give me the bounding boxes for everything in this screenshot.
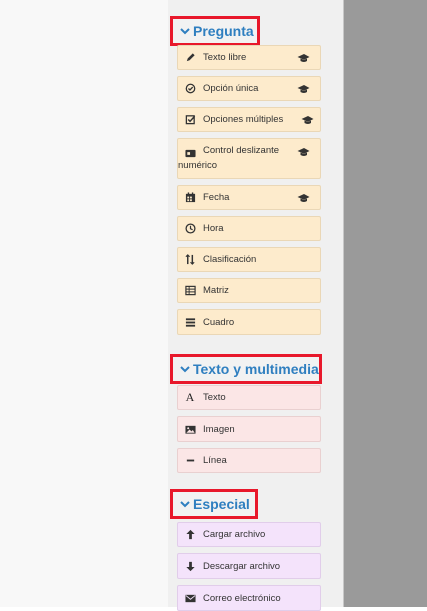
item-label: Fecha [203,192,230,203]
envelope-icon [184,592,196,604]
section-title: Especial [193,496,250,512]
toolbox-item-opcion-unica[interactable]: Opción única [177,76,321,101]
section-title: Texto y multimedia [193,361,319,377]
text-format-icon: A [185,390,195,404]
toolbox-item-fecha[interactable]: Fecha [177,185,321,210]
item-label-line-2: numérico [178,160,218,171]
item-label: Clasificación [203,254,257,265]
section-title: Pregunta [193,23,254,39]
check-square-icon [184,114,196,126]
section-header-pregunta[interactable]: Pregunta [170,16,260,46]
image-icon [184,423,196,435]
toolbox-item-descargar-archivo[interactable]: Descargar archivo [177,553,321,579]
chevron-down-icon [180,28,190,35]
item-label-line-1: Control deslizante [203,145,280,156]
toolbox-item-hora[interactable]: Hora [177,216,321,241]
item-label: Texto libre [203,52,247,63]
item-label: Descargar archivo [203,560,281,572]
toolbox-item-imagen[interactable]: Imagen [177,416,321,442]
download-arrow-icon [184,560,196,572]
calendar-icon [184,192,196,204]
item-label: Opciones múltiples [203,114,284,125]
toolbox-item-cargar-archivo[interactable]: Cargar archivo [177,522,321,547]
toolbox-item-matriz[interactable]: Matriz [177,278,321,303]
item-label: Control deslizante numérico [178,143,297,173]
item-label: Imagen [203,423,235,435]
section-header-texto-multimedia[interactable]: Texto y multimedia [170,354,322,384]
graduation-cap-icon [297,53,310,62]
item-label: Matriz [203,285,229,296]
line-icon [184,455,196,467]
item-label: Cargar archivo [203,529,266,540]
toolbox-item-control-deslizante[interactable]: Control deslizante numérico [177,138,321,179]
toolbox-item-cuadro[interactable]: Cuadro [177,309,321,335]
item-label: Hora [203,223,224,234]
toolbox-item-opciones-multiples[interactable]: Opciones múltiples [177,107,321,132]
item-label: Opción única [203,83,259,94]
toolbox-item-texto-libre[interactable]: Texto libre [177,45,321,70]
graduation-cap-icon [301,115,314,124]
item-label: Texto [203,392,226,403]
pencil-icon [184,52,196,64]
matrix-icon [184,285,196,297]
upload-arrow-icon [184,529,196,541]
toolbox-item-linea[interactable]: Línea [177,448,321,473]
canvas-area [344,0,427,607]
check-circle-icon [184,83,196,95]
item-label: Correo electrónico [203,592,281,604]
chevron-down-icon [180,501,190,508]
graduation-cap-icon [297,84,310,93]
graduation-cap-icon [297,193,310,202]
graduation-cap-icon [297,148,310,156]
item-label: Línea [203,455,227,466]
sort-icon [184,254,196,266]
toolbox-item-clasificacion[interactable]: Clasificación [177,247,321,272]
page-left-background [0,0,168,607]
list-icon [184,316,196,328]
toolbox-item-texto[interactable]: A Texto [177,385,321,410]
item-label: Cuadro [203,316,235,328]
clock-icon [184,223,196,235]
chevron-down-icon [180,366,190,373]
toolbox-item-correo-electronico[interactable]: Correo electrónico [177,585,321,611]
section-header-especial[interactable]: Especial [170,489,258,519]
